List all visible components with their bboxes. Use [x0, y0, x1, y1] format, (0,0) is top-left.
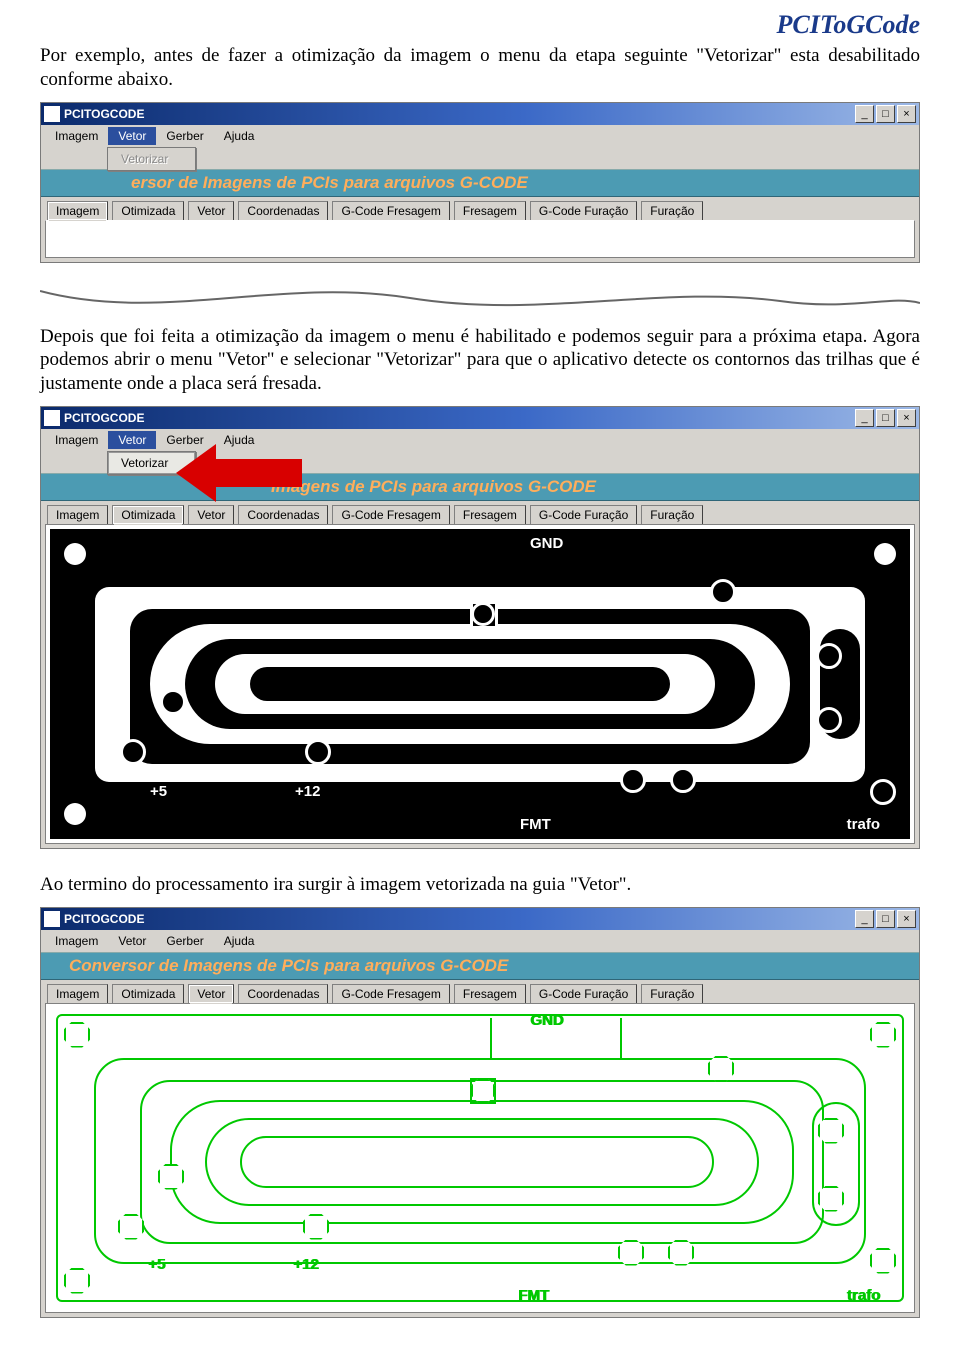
window-title: PCITOGCODE	[64, 411, 144, 425]
tab-furacao[interactable]: Furação	[641, 984, 703, 1003]
tab-coordenadas[interactable]: Coordenadas	[238, 505, 328, 524]
title-bar: PCITOGCODE _ □ ×	[41, 103, 919, 125]
close-button[interactable]: ×	[897, 910, 916, 928]
brand-title: PCIToGCode	[40, 10, 920, 40]
menu-ajuda[interactable]: Ajuda	[214, 127, 265, 145]
pcb-viewer: GND +5 +12 FMT trafo	[45, 1003, 915, 1313]
maximize-button[interactable]: □	[876, 910, 895, 928]
maximize-button[interactable]: □	[876, 409, 895, 427]
paragraph-2: Depois que foi feita a otimização da ima…	[40, 325, 920, 396]
tab-imagem[interactable]: Imagem	[47, 505, 108, 524]
pcb-label-trafo: trafo	[847, 1287, 880, 1304]
tab-strip: Imagem Otimizada Vetor Coordenadas G-Cod…	[41, 197, 919, 220]
tab-imagem[interactable]: Imagem	[47, 984, 108, 1003]
menu-ajuda[interactable]: Ajuda	[214, 932, 265, 950]
tab-otimizada[interactable]: Otimizada	[112, 505, 184, 524]
pcb-label-gnd: GND	[530, 1012, 563, 1029]
paragraph-3: Ao termino do processamento ira surgir à…	[40, 873, 920, 897]
pcb-label-fmt: FMT	[518, 1287, 549, 1304]
menu-vetor[interactable]: Vetor	[108, 932, 156, 950]
tab-gcode-fresagem[interactable]: G-Code Fresagem	[332, 505, 449, 524]
app-window-1: PCITOGCODE _ □ × Imagem Vetor Gerber Aju…	[40, 102, 920, 263]
menu-item-vetorizar-disabled: Vetorizar	[108, 148, 195, 170]
menu-bar: Imagem Vetor Gerber Ajuda	[41, 429, 919, 451]
pcb-label-p12: +12	[295, 783, 320, 800]
menu-vetor[interactable]: Vetor	[108, 431, 156, 449]
tab-furacao[interactable]: Furação	[641, 505, 703, 524]
app-window-3: PCITOGCODE _ □ × Imagem Vetor Gerber Aju…	[40, 907, 920, 1318]
maximize-button[interactable]: □	[876, 105, 895, 123]
tab-coordenadas[interactable]: Coordenadas	[238, 201, 328, 220]
tab-pane-empty	[45, 220, 915, 258]
menu-vetor[interactable]: Vetor	[108, 127, 156, 145]
tab-imagem[interactable]: Imagem	[47, 201, 108, 220]
app-banner: Conversor de Imagens de PCIs para arquiv…	[41, 952, 919, 980]
menu-gerber[interactable]: Gerber	[156, 127, 213, 145]
minimize-button[interactable]: _	[855, 409, 874, 427]
tab-otimizada[interactable]: Otimizada	[112, 201, 184, 220]
tab-vetor[interactable]: Vetor	[188, 984, 234, 1003]
pcb-label-p12: +12	[293, 1256, 318, 1273]
tab-fresagem[interactable]: Fresagem	[454, 201, 526, 220]
window-title: PCITOGCODE	[64, 107, 144, 121]
menu-bar: Imagem Vetor Gerber Ajuda	[41, 930, 919, 952]
app-banner: Imagens de PCIs para arquivos G-CODE	[41, 473, 919, 501]
dropdown-vetor: Vetorizar	[107, 147, 196, 171]
minimize-button[interactable]: _	[855, 105, 874, 123]
minimize-button[interactable]: _	[855, 910, 874, 928]
menu-imagem[interactable]: Imagem	[45, 431, 108, 449]
tab-gcode-furacao[interactable]: G-Code Furação	[530, 984, 637, 1003]
tab-fresagem[interactable]: Fresagem	[454, 505, 526, 524]
pcb-label-p5: +5	[148, 1256, 165, 1273]
tab-coordenadas[interactable]: Coordenadas	[238, 984, 328, 1003]
menu-imagem[interactable]: Imagem	[45, 932, 108, 950]
paragraph-1: Por exemplo, antes de fazer a otimização…	[40, 44, 920, 92]
tab-gcode-fresagem[interactable]: G-Code Fresagem	[332, 984, 449, 1003]
pcb-label-trafo: trafo	[847, 816, 880, 833]
pcb-viewer: GND +5 +12 FMT trafo	[45, 524, 915, 844]
tab-gcode-fresagem[interactable]: G-Code Fresagem	[332, 201, 449, 220]
title-bar: PCITOGCODE _ □ ×	[41, 908, 919, 930]
pcb-label-gnd: GND	[530, 535, 563, 552]
app-icon	[44, 410, 60, 426]
tab-gcode-furacao[interactable]: G-Code Furação	[530, 505, 637, 524]
menu-gerber[interactable]: Gerber	[156, 932, 213, 950]
app-icon	[44, 911, 60, 927]
app-window-2: PCITOGCODE _ □ × Imagem Vetor Gerber Aju…	[40, 406, 920, 849]
pcb-vector-image: GND +5 +12 FMT trafo	[50, 1008, 910, 1308]
close-button[interactable]: ×	[897, 409, 916, 427]
pcb-label-p5: +5	[150, 783, 167, 800]
torn-edge	[40, 283, 920, 325]
tab-strip: Imagem Otimizada Vetor Coordenadas G-Cod…	[41, 980, 919, 1003]
title-bar: PCITOGCODE _ □ ×	[41, 407, 919, 429]
menu-bar: Imagem Vetor Gerber Ajuda	[41, 125, 919, 147]
tab-strip: Imagem Otimizada Vetor Coordenadas G-Cod…	[41, 501, 919, 524]
menu-ajuda[interactable]: Ajuda	[214, 431, 265, 449]
tab-furacao[interactable]: Furação	[641, 201, 703, 220]
app-banner: ersor de Imagens de PCIs para arquivos G…	[41, 169, 919, 197]
menu-imagem[interactable]: Imagem	[45, 127, 108, 145]
close-button[interactable]: ×	[897, 105, 916, 123]
tab-gcode-furacao[interactable]: G-Code Furação	[530, 201, 637, 220]
tab-vetor[interactable]: Vetor	[188, 201, 234, 220]
tab-otimizada[interactable]: Otimizada	[112, 984, 184, 1003]
pcb-optimized-image: GND +5 +12 FMT trafo	[50, 529, 910, 839]
window-title: PCITOGCODE	[64, 912, 144, 926]
pcb-label-fmt: FMT	[520, 816, 551, 833]
tab-fresagem[interactable]: Fresagem	[454, 984, 526, 1003]
app-icon	[44, 106, 60, 122]
tab-vetor[interactable]: Vetor	[188, 505, 234, 524]
